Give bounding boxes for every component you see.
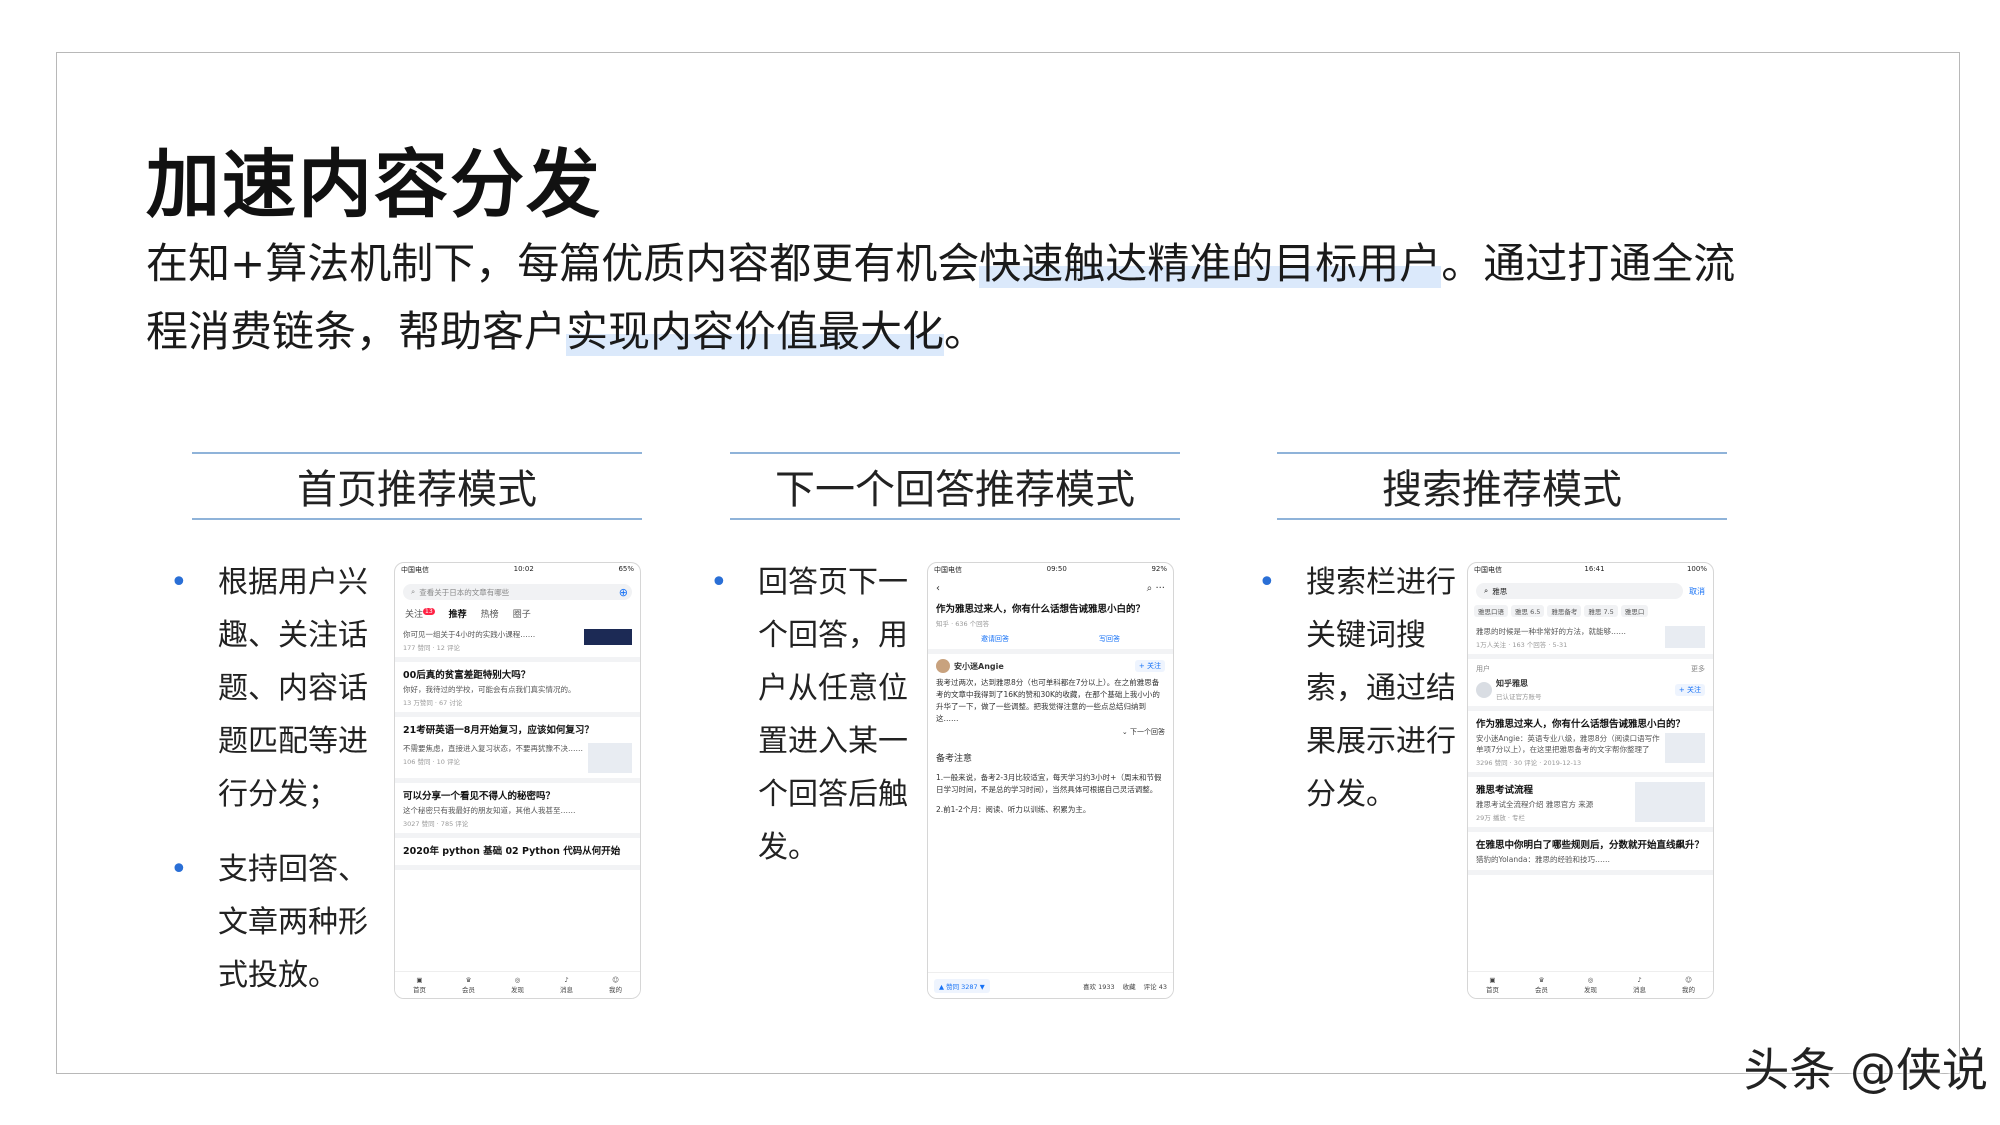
more-icon[interactable]: ··· bbox=[1155, 583, 1165, 594]
result-card[interactable]: 雅思考试流程 雅思考试全流程介绍 雅思官方 来源 29万 播放 · 专栏 bbox=[1468, 777, 1713, 832]
bullets-next-answer: • 回答页下一个回答，用户从任意位置进入某一个回答后触发。 bbox=[710, 556, 920, 896]
bullet-item: • 支持回答、文章两种形式投放。 bbox=[170, 852, 368, 993]
watermark: 头条 @侠说 bbox=[1743, 1043, 1988, 1097]
write-answer-button[interactable]: 写回答 bbox=[1099, 634, 1120, 644]
keyword-chips: 雅思口语 雅思 6.5 雅思备考 雅思 7.5 雅思口 bbox=[1468, 601, 1713, 621]
bullet-item: • 搜索栏进行关键词搜索，通过结果展示进行分发。 bbox=[1258, 565, 1456, 812]
nav-vip[interactable]: ♛ 会员 bbox=[462, 976, 475, 994]
feed-card[interactable]: 可以分享一个看见不得人的秘密吗？ 这个秘密只有我最好的朋友知道，其他人我甚至…… 3… bbox=[395, 783, 640, 838]
feed-card[interactable]: 你可见一组关于4小时的实践小课程…… 177 赞同 · 12 评论 bbox=[395, 624, 640, 662]
phone-answer-page: 中国电信 09:50 92% ‹ ⌕ ··· 作为雅思过来人，你有什么话想告诫雅思小… bbox=[927, 562, 1174, 999]
bullets-home: • 根据用户兴趣、关注话题、内容话题匹配等进行分发； • 支持回答、文章两种形式投放… bbox=[170, 556, 380, 1024]
answer-action-bar: ▲ 赞同 3287 ▼ 喜欢 1933 收藏 评论 43 bbox=[928, 972, 1173, 998]
question-title[interactable]: 作为雅思过来人，你有什么话想告诫雅思小白的？ bbox=[936, 601, 1165, 615]
nav-messages[interactable]: ♪ 消息 bbox=[1633, 976, 1646, 994]
feed-tabs: 关注 13 推荐 热榜 圈子 bbox=[395, 603, 640, 624]
nav-home[interactable]: ▣ 首页 bbox=[1486, 976, 1499, 994]
nav-discover[interactable]: ◎ 发现 bbox=[511, 976, 524, 994]
upvote-button[interactable]: ▲ 赞同 3287 ▼ bbox=[934, 978, 990, 993]
column-heading-home: 首页推荐模式 bbox=[192, 452, 642, 520]
chip[interactable]: 雅思 7.5 bbox=[1584, 605, 1618, 617]
section-title: 备考注意 bbox=[936, 754, 973, 764]
search-input[interactable]: ⌕ 查看关于日本的文章有哪些 ⊕ bbox=[403, 584, 632, 600]
comment-button[interactable]: 评论 43 bbox=[1144, 981, 1167, 991]
bullets-search: • 搜索栏进行关键词搜索，通过结果展示进行分发。 bbox=[1258, 556, 1483, 843]
author-name[interactable]: 安小迷Angie bbox=[954, 661, 1004, 672]
video-thumbnail bbox=[1635, 782, 1705, 822]
follow-button[interactable]: + 关注 bbox=[1134, 660, 1165, 672]
bottom-nav: ▣ 首页 ♛ 会员 ◎ 发现 ♪ 消息 ☺ 我的 bbox=[1468, 971, 1713, 998]
follow-button[interactable]: + 关注 bbox=[1674, 683, 1705, 696]
result-card[interactable]: 在雅思中你明白了哪些规则后，分数就开始直线飙升？ 猎豹的Yolanda：雅思的经验… bbox=[1468, 832, 1713, 875]
chip[interactable]: 雅思口 bbox=[1620, 605, 1649, 617]
tab-circle[interactable]: 圈子 bbox=[513, 607, 531, 620]
column-heading-next-answer: 下一个回答推荐模式 bbox=[730, 452, 1180, 520]
highlight-maximize-value: 实现内容价值最大化 bbox=[566, 307, 945, 356]
nav-vip[interactable]: ♛ 会员 bbox=[1535, 976, 1548, 994]
highlight-target-users: 快速触达精准的目标用户 bbox=[979, 239, 1442, 288]
chip[interactable]: 雅思备考 bbox=[1547, 605, 1582, 617]
chip[interactable]: 雅思 6.5 bbox=[1511, 605, 1545, 617]
card-thumbnail bbox=[1665, 626, 1705, 648]
column-heading-search: 搜索推荐模式 bbox=[1277, 452, 1727, 520]
nav-me[interactable]: ☺ 我的 bbox=[1682, 976, 1695, 994]
bottom-nav: ▣ 首页 ♛ 会员 ◎ 发现 ♪ 消息 ☺ 我的 bbox=[395, 971, 640, 998]
feed-card[interactable]: 21考研英语一8月开始复习，应该如何复习？ 不需要焦虑，直接进入复习状态，不要再… bbox=[395, 717, 640, 783]
card-thumbnail bbox=[1665, 733, 1705, 763]
search-icon[interactable]: ⌕ bbox=[1147, 583, 1153, 594]
more-users-link[interactable]: 更多 bbox=[1691, 664, 1705, 674]
users-section: 用户 更多 知乎雅思 已认证官方账号 + 关注 bbox=[1468, 659, 1713, 711]
nav-discover[interactable]: ◎ 发现 bbox=[1584, 976, 1597, 994]
page-title: 加速内容分发 bbox=[146, 142, 602, 228]
status-bar: 中国电信 09:50 92% bbox=[934, 565, 1167, 574]
nav-home[interactable]: ▣ 首页 bbox=[413, 976, 426, 994]
intro-paragraph: 在知+算法机制下，每篇优质内容都更有机会快速触达精准的目标用户。通过打通全流程消… bbox=[146, 239, 1736, 356]
invite-answer-button[interactable]: 邀请回答 bbox=[981, 634, 1009, 644]
search-icon: ⌕ bbox=[411, 587, 416, 596]
phone-home-feed: 中国电信 10:02 65% ⌕ 查看关于日本的文章有哪些 ⊕ 关注 13 推荐 热榜 圈… bbox=[394, 562, 641, 999]
next-answer-button[interactable]: ⌄ 下一个回答 bbox=[936, 727, 1165, 737]
tab-follow[interactable]: 关注 13 bbox=[405, 607, 435, 620]
search-icon: ⌕ bbox=[1484, 586, 1489, 595]
nav-me[interactable]: ☺ 我的 bbox=[609, 976, 622, 994]
bullet-item: • 回答页下一个回答，用户从任意位置进入某一个回答后触发。 bbox=[710, 565, 908, 865]
card-thumbnail bbox=[584, 629, 632, 645]
card-thumbnail bbox=[588, 743, 632, 773]
chip[interactable]: 雅思口语 bbox=[1474, 605, 1508, 617]
phone-search-results: 中国电信 16:41 100% ⌕ 雅思 取消 雅思口语 雅思 6.5 雅思备考 雅思 7.… bbox=[1467, 562, 1714, 999]
like-button[interactable]: 喜欢 1933 bbox=[1083, 981, 1115, 991]
result-card[interactable]: 雅思的时候是一种非常好的方法，就能够…… 1万人关注 · 163 个回答 · 5-… bbox=[1468, 621, 1713, 659]
avatar[interactable] bbox=[936, 659, 950, 673]
favorite-button[interactable]: 收藏 bbox=[1123, 981, 1136, 991]
back-icon[interactable]: ‹ bbox=[936, 583, 940, 594]
answer-text: 我考过两次，达到雅思8分（也可单科都在7分以上）。在之前雅思备考的文章中我得到了… bbox=[936, 678, 1160, 723]
tab-recommend[interactable]: 推荐 bbox=[449, 607, 467, 620]
cancel-button[interactable]: 取消 bbox=[1689, 586, 1705, 597]
add-icon[interactable]: ⊕ bbox=[619, 586, 628, 599]
question-header: 作为雅思过来人，你有什么话想告诫雅思小白的？ 知乎 · 636 个回答 邀请回答… bbox=[928, 596, 1173, 654]
nav-messages[interactable]: ♪ 消息 bbox=[560, 976, 573, 994]
feed-card[interactable]: 2020年 python 基础 02 Python 代码从何开始 bbox=[395, 838, 640, 870]
search-input[interactable]: ⌕ 雅思 bbox=[1476, 583, 1683, 599]
status-bar: 中国电信 16:41 100% bbox=[1474, 565, 1707, 574]
feed-card[interactable]: 00后真的贫富差距特别大吗？ 你好，我待过的学校，可能会有点我们真实情况的。 13 … bbox=[395, 662, 640, 717]
status-bar: 中国电信 10:02 65% bbox=[401, 565, 634, 574]
avatar[interactable] bbox=[1476, 681, 1492, 698]
bullet-item: • 根据用户兴趣、关注话题、内容话题匹配等进行分发； bbox=[170, 565, 368, 812]
result-card[interactable]: 作为雅思过来人，你有什么话想告诫雅思小白的？ 安小迷Angie：英语专业八级，雅思… bbox=[1468, 711, 1713, 777]
tab-hot[interactable]: 热榜 bbox=[481, 607, 499, 620]
